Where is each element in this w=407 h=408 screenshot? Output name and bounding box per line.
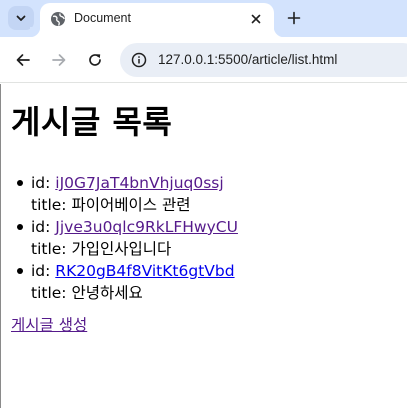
reload-icon [89, 54, 101, 66]
list-item: id: iJ0G7JaT4bnVhjuq0ssj title: 파이어베이스 관… [17, 172, 238, 216]
tab-close-button[interactable] [248, 11, 264, 27]
arrow-right-icon [52, 54, 66, 66]
article-title-row: title: 가입인사입니다 [31, 238, 238, 260]
globe-icon [51, 12, 65, 26]
article-id-link[interactable]: RK20gB4f8VitKt6gtVbd [55, 262, 234, 280]
create-article-link[interactable]: 게시글 생성 [11, 314, 87, 336]
article-id-row: id: Jjve3u0qlc9RkLFHwyCU [31, 216, 238, 238]
close-icon [251, 14, 261, 24]
article-id-row: id: RK20gB4f8VitKt6gtVbd [31, 260, 238, 282]
tab-strip: Document [0, 0, 407, 37]
site-info-button[interactable] [128, 49, 150, 71]
article-list: id: iJ0G7JaT4bnVhjuq0ssj title: 파이어베이스 관… [17, 172, 238, 304]
page-title: 게시글 목록 [11, 103, 173, 141]
title-label: title: [31, 196, 72, 214]
arrow-left-icon [16, 54, 30, 66]
address-bar[interactable]: 127.0.0.1:5500/article/list.html [120, 43, 407, 77]
article-id-link[interactable]: Jjve3u0qlc9RkLFHwyCU [55, 218, 238, 236]
article-title: 파이어베이스 관련 [71, 196, 191, 214]
new-tab-button[interactable] [282, 6, 306, 30]
browser-toolbar: 127.0.0.1:5500/article/list.html [0, 37, 407, 83]
info-icon [131, 52, 147, 68]
title-label: title: [31, 284, 72, 302]
url-text: 127.0.0.1:5500/article/list.html [158, 52, 338, 67]
plus-icon [287, 11, 301, 25]
list-item: id: Jjve3u0qlc9RkLFHwyCU title: 가입인사입니다 [17, 216, 238, 260]
page-viewport: 게시글 목록 id: iJ0G7JaT4bnVhjuq0ssj title: 파… [0, 84, 407, 408]
article-id-link[interactable]: iJ0G7JaT4bnVhjuq0ssj [55, 174, 223, 192]
article-id-row: id: iJ0G7JaT4bnVhjuq0ssj [31, 172, 238, 194]
article-title: 가입인사입니다 [71, 240, 172, 258]
forward-button[interactable] [48, 49, 70, 71]
tab-title: Document [74, 11, 131, 25]
reload-button[interactable] [84, 49, 106, 71]
article-title: 안녕하세요 [71, 284, 143, 302]
browser-tab[interactable]: Document [30, 3, 284, 37]
id-label: id: [31, 262, 56, 280]
id-label: id: [31, 218, 56, 236]
list-item: id: RK20gB4f8VitKt6gtVbd title: 안녕하세요 [17, 260, 238, 304]
back-button[interactable] [12, 49, 34, 71]
article-title-row: title: 파이어베이스 관련 [31, 194, 238, 216]
id-label: id: [31, 174, 56, 192]
article-title-row: title: 안녕하세요 [31, 282, 238, 304]
title-label: title: [31, 240, 72, 258]
chevron-down-icon [16, 15, 26, 21]
